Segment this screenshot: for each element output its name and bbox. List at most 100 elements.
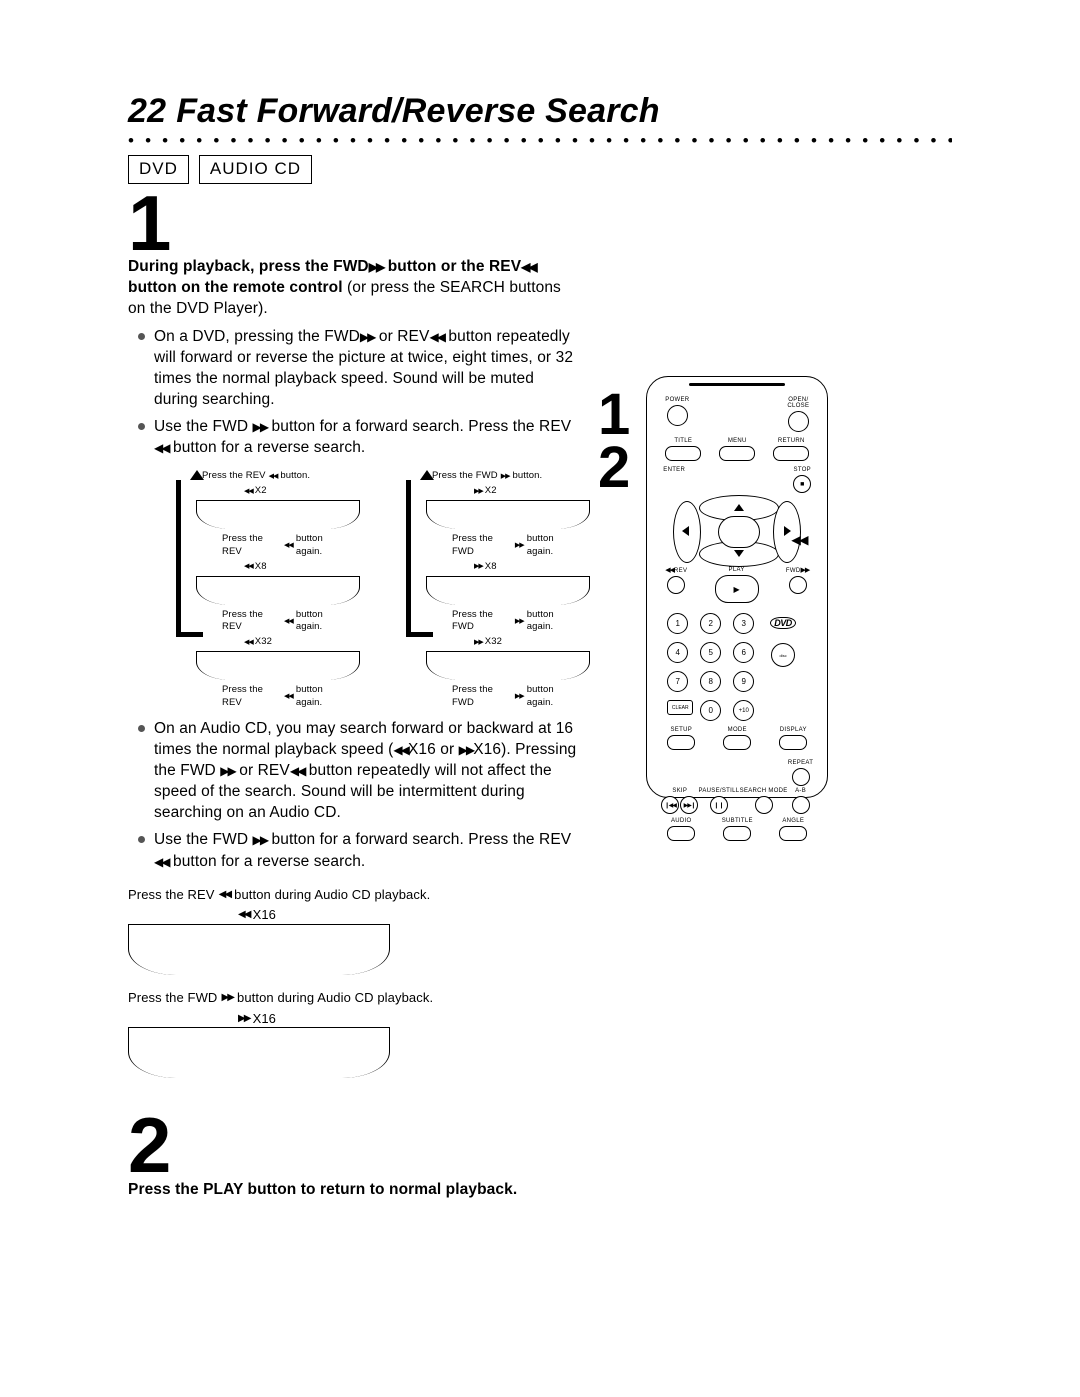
bullet-icon [138, 836, 145, 843]
title-button[interactable] [665, 446, 701, 461]
num-2-button[interactable]: 2 [700, 613, 721, 634]
mode-label: MODE [728, 727, 747, 733]
num-3-button[interactable]: 3 [733, 613, 754, 634]
dpad-right-button[interactable] [773, 501, 801, 563]
repeat-button[interactable] [792, 768, 810, 786]
angle-button[interactable] [779, 826, 807, 841]
rev-label: REV [665, 567, 687, 574]
num-1-button[interactable]: 1 [667, 613, 688, 634]
rev-icon [521, 259, 536, 275]
callout-1: 1 [598, 388, 630, 441]
repeat-label: REPEAT [788, 760, 813, 766]
audio-label: AUDIO [671, 818, 692, 824]
dvd-logo-icon: DVD [770, 617, 796, 629]
skip-prev-button[interactable] [661, 796, 679, 814]
rev-icon [244, 562, 253, 572]
stop-icon [800, 481, 804, 488]
number-pad: 1 2 3 4 5 6 7 8 9 CLEAR 0 +10 [667, 613, 752, 721]
setup-label: SETUP [671, 727, 693, 733]
num-7-button[interactable]: 7 [667, 671, 688, 692]
num-4-button[interactable]: 4 [667, 642, 688, 663]
pause-button[interactable] [710, 796, 728, 814]
stop-label: STOP [794, 467, 811, 473]
rev-icon [290, 763, 305, 779]
return-button[interactable] [773, 446, 809, 461]
skip-next-button[interactable] [680, 796, 698, 814]
num-6-button[interactable]: 6 [733, 642, 754, 663]
pause-icon [714, 802, 724, 809]
rev-icon [429, 329, 444, 345]
num-0-button[interactable]: 0 [700, 700, 721, 721]
rev-icon [665, 567, 674, 574]
audio-button[interactable] [667, 826, 695, 841]
fwd-icon [253, 419, 268, 435]
fwd-icon [238, 1012, 250, 1026]
dpad-left-button[interactable] [673, 501, 701, 563]
rev-icon [154, 440, 169, 456]
plus10-button[interactable]: +10 [733, 700, 754, 721]
remote-callout: 1 2 POWER OPEN/ CLOSE TITLE MENU RETURN … [598, 376, 828, 798]
angle-label: ANGLE [782, 818, 804, 824]
fwd-icon [515, 692, 524, 702]
fwd-icon [369, 259, 384, 275]
cd-screen [128, 1027, 390, 1078]
ab-button[interactable] [792, 796, 810, 814]
step-1-number: 1 [128, 190, 970, 256]
num-5-button[interactable]: 5 [700, 642, 721, 663]
bullet-icon [138, 423, 145, 430]
return-label: RETURN [778, 438, 805, 444]
power-button[interactable] [667, 405, 688, 426]
tag-audio-cd: AUDIO CD [199, 155, 312, 184]
page-number: 22 [128, 92, 166, 130]
rev-icon [284, 692, 293, 702]
subtitle-button[interactable] [723, 826, 751, 841]
rev-icon [269, 472, 278, 482]
play-icon [734, 585, 740, 594]
pause-label: PAUSE/STILL [699, 788, 740, 794]
fwd-icon [474, 487, 483, 497]
step-2-body: Press the PLAY button to return to norma… [128, 1179, 578, 1200]
open-close-button[interactable] [788, 411, 809, 432]
rev-icon [393, 742, 408, 758]
enter-button[interactable] [718, 516, 760, 548]
cd-screen [128, 924, 390, 975]
remote-diagram: POWER OPEN/ CLOSE TITLE MENU RETURN ENTE… [646, 376, 828, 798]
fwd-icon [474, 638, 483, 648]
fwd-icon [515, 617, 524, 627]
fwd-button[interactable] [789, 576, 807, 594]
rev-icon [154, 854, 169, 870]
fwd-icon [800, 567, 809, 574]
num-8-button[interactable]: 8 [700, 671, 721, 692]
play-label: PLAY [729, 567, 745, 573]
dvd-speed-figure: Press the REV button. X2 Press the REV b… [148, 466, 578, 712]
num-9-button[interactable]: 9 [733, 671, 754, 692]
compact-disc-logo-icon: disc [771, 643, 795, 667]
cd-fwd-caption: Press the FWD button during Audio CD pla… [128, 989, 578, 1007]
fwd-icon [220, 763, 235, 779]
menu-button[interactable] [719, 446, 755, 461]
display-button[interactable] [779, 735, 807, 750]
page-title: 22Fast Forward/Reverse Search [128, 92, 970, 131]
title-label: TITLE [674, 438, 692, 444]
fwd-icon [459, 742, 474, 758]
search-mode-button[interactable] [755, 796, 773, 814]
mode-button[interactable] [723, 735, 751, 750]
power-label: POWER [665, 397, 689, 403]
dpad [677, 497, 797, 565]
play-button[interactable] [715, 575, 759, 603]
rev-icon [244, 638, 253, 648]
divider-dots: • • • • • • • • • • • • • • • • • • • • … [128, 137, 952, 147]
subtitle-label: SUBTITLE [722, 818, 753, 824]
rev-button[interactable] [667, 576, 685, 594]
search-mode-label: SEARCH MODE [740, 788, 788, 794]
rev-icon [238, 908, 250, 922]
clear-button[interactable]: CLEAR [667, 700, 693, 715]
skip-next-icon [684, 802, 695, 809]
ab-label: A-B [795, 788, 806, 794]
rev-icon [219, 888, 231, 902]
setup-button[interactable] [667, 735, 695, 750]
enter-label: ENTER [663, 467, 685, 473]
callout-2: 2 [598, 441, 630, 494]
stop-button[interactable] [793, 475, 811, 493]
fwd-icon [501, 472, 510, 482]
